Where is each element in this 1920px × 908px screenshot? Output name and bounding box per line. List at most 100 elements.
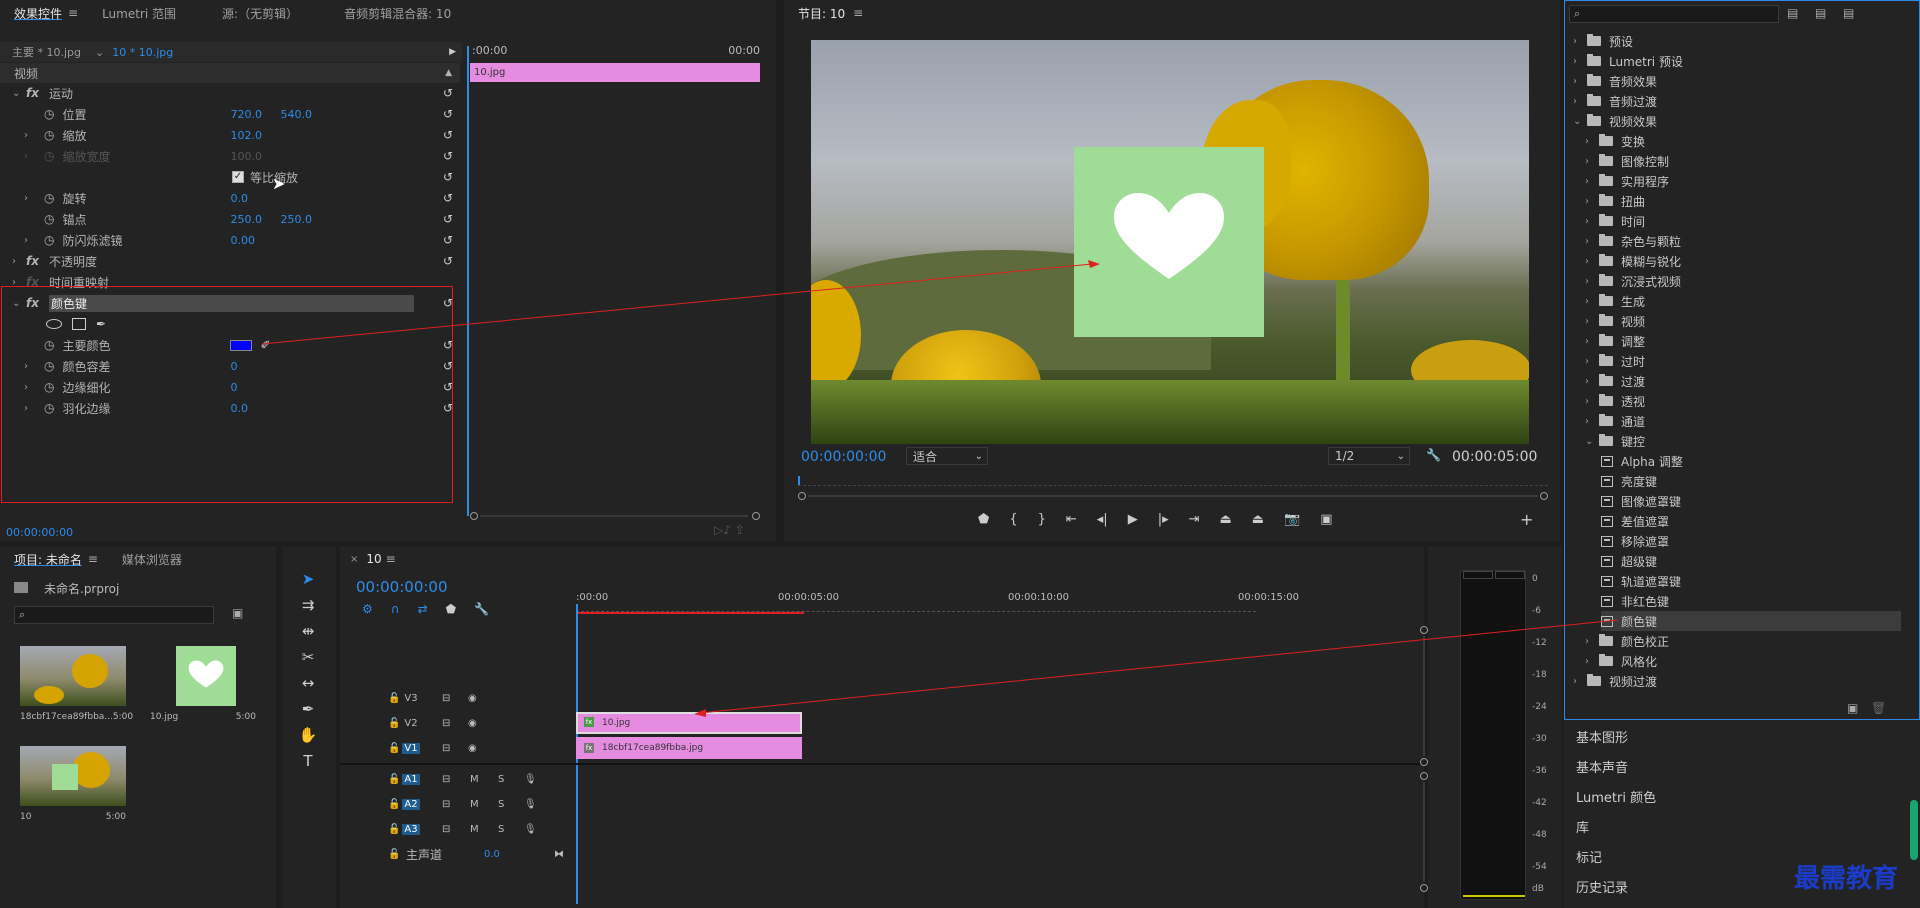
reset-icon[interactable]: ↺ bbox=[443, 128, 457, 142]
lock-icon[interactable]: 🔓 bbox=[388, 824, 400, 835]
clip-v1[interactable]: fx 18cbf17cea89fbba.jpg bbox=[576, 737, 802, 759]
chevron-right-icon[interactable]: › bbox=[24, 130, 38, 141]
effect-motion[interactable]: ⌄ fx 运动 ↺ bbox=[0, 83, 460, 103]
export-frame-icon[interactable]: 📷 bbox=[1284, 512, 1300, 527]
chevron-icon[interactable]: › bbox=[1585, 176, 1599, 187]
go-to-out-icon[interactable]: ⇥ bbox=[1189, 512, 1200, 527]
microphone-icon[interactable]: 🎙 bbox=[524, 774, 537, 785]
tree-item[interactable]: › 扭曲 bbox=[1585, 191, 1645, 211]
step-forward-icon[interactable]: |▸ bbox=[1158, 512, 1169, 527]
reset-icon[interactable]: ↺ bbox=[443, 212, 457, 226]
new-bin-icon[interactable]: ▣ bbox=[1847, 701, 1858, 715]
menu-icon[interactable]: ≡ bbox=[386, 552, 396, 566]
tab-project[interactable]: 项目: 未命名 bbox=[0, 551, 96, 568]
lock-icon[interactable]: 🔓 bbox=[388, 799, 400, 810]
reset-icon[interactable]: ↺ bbox=[443, 170, 457, 184]
fit-dropdown[interactable]: 适合 ⌄ bbox=[906, 447, 988, 465]
tab-media-browser[interactable]: 媒体浏览器 bbox=[108, 551, 196, 568]
chevron-icon[interactable]: ⌄ bbox=[1585, 436, 1599, 447]
lift-icon[interactable]: ⏏ bbox=[1220, 512, 1232, 527]
uniform-scale-checkbox[interactable]: ✓ bbox=[232, 171, 244, 183]
program-scrubber[interactable] bbox=[798, 476, 1548, 500]
chevron-right-icon[interactable]: › bbox=[12, 256, 26, 267]
chevron-icon[interactable]: › bbox=[1585, 256, 1599, 267]
tree-item[interactable]: › 生成 bbox=[1585, 291, 1645, 311]
tree-item[interactable]: › 模糊与锐化 bbox=[1585, 251, 1681, 271]
lock-icon[interactable]: 🔓 bbox=[388, 774, 400, 785]
toggle-sync-icon[interactable]: ⊟ bbox=[442, 774, 450, 785]
eye-icon[interactable]: ◉ bbox=[468, 743, 477, 754]
tree-item[interactable]: › 调整 bbox=[1585, 331, 1645, 351]
reset-icon[interactable]: ↺ bbox=[443, 107, 457, 121]
go-to-end-icon[interactable]: ⧓ bbox=[554, 849, 564, 860]
tree-item[interactable]: › 预设 bbox=[1573, 31, 1633, 51]
chevron-down-icon[interactable]: ⌄ bbox=[95, 46, 104, 59]
chevron-icon[interactable]: › bbox=[1585, 216, 1599, 227]
program-video-frame[interactable] bbox=[811, 40, 1529, 444]
tree-item[interactable]: 亮度键 bbox=[1601, 471, 1657, 491]
panel-essential-graphics[interactable]: 基本图形 bbox=[1572, 722, 1902, 750]
tab-lumetri-scopes[interactable]: Lumetri 范围 bbox=[88, 5, 190, 22]
panel-lumetri-color[interactable]: Lumetri 颜色 bbox=[1572, 782, 1902, 810]
tree-item[interactable]: › 风格化 bbox=[1585, 651, 1657, 671]
eye-icon[interactable]: ◉ bbox=[468, 718, 477, 729]
yuv-effects-icon[interactable]: ▤ bbox=[1843, 6, 1854, 20]
project-search-input[interactable]: ⌕ bbox=[14, 606, 214, 624]
selection-tool-icon[interactable]: ➤ bbox=[293, 566, 323, 592]
add-button-icon[interactable]: + bbox=[1520, 510, 1533, 529]
tree-item[interactable]: 颜色键 bbox=[1601, 611, 1901, 631]
nest-icon[interactable]: ⚙ bbox=[362, 602, 373, 616]
stopwatch-icon[interactable]: ◷ bbox=[44, 233, 54, 247]
effect-opacity[interactable]: › fx 不透明度 ↺ bbox=[0, 251, 460, 271]
chevron-icon[interactable]: › bbox=[1585, 236, 1599, 247]
chevron-icon[interactable]: › bbox=[1585, 316, 1599, 327]
lock-icon[interactable]: 🔓 bbox=[388, 693, 400, 704]
resolution-dropdown[interactable]: 1/2 ⌄ bbox=[1328, 447, 1410, 465]
32bit-effects-icon[interactable]: ▤ bbox=[1815, 6, 1826, 20]
tree-item[interactable]: 图像遮罩键 bbox=[1601, 491, 1681, 511]
stopwatch-icon[interactable]: ◷ bbox=[44, 128, 54, 142]
effects-search-input[interactable]: ⌕ bbox=[1569, 5, 1779, 23]
tree-item[interactable]: › 过渡 bbox=[1585, 371, 1645, 391]
microphone-icon[interactable]: 🎙 bbox=[524, 824, 537, 835]
reset-icon[interactable]: ↺ bbox=[443, 149, 457, 163]
project-item[interactable]: 18cbf17cea89fbba... 5:00 bbox=[20, 646, 133, 734]
chevron-icon[interactable]: › bbox=[1585, 656, 1599, 667]
tree-item[interactable]: › 变换 bbox=[1585, 131, 1645, 151]
lock-icon[interactable]: 🔓 bbox=[388, 849, 400, 860]
chevron-right-icon[interactable]: › bbox=[24, 193, 38, 204]
tab-effect-controls[interactable]: 效果控件 bbox=[0, 5, 76, 22]
timeline-timecode[interactable]: 00:00:00:00 bbox=[356, 578, 448, 596]
accelerated-effects-icon[interactable]: ▤ bbox=[1787, 6, 1798, 20]
collapse-icon[interactable]: ▲ bbox=[445, 68, 452, 78]
chevron-icon[interactable]: › bbox=[1585, 296, 1599, 307]
chevron-down-icon[interactable]: ⌄ bbox=[12, 88, 26, 99]
chevron-icon[interactable]: › bbox=[1585, 156, 1599, 167]
snap-icon[interactable]: ∩ bbox=[391, 602, 400, 616]
close-icon[interactable]: × bbox=[350, 554, 358, 565]
clip-v2[interactable]: fx 10.jpg bbox=[576, 712, 802, 734]
tree-item[interactable]: › 过时 bbox=[1585, 351, 1645, 371]
track-select-tool-icon[interactable]: ⇉ bbox=[293, 592, 323, 618]
chevron-icon[interactable]: › bbox=[1585, 636, 1599, 647]
panel-libraries[interactable]: 库 bbox=[1572, 812, 1902, 840]
chevron-icon[interactable]: › bbox=[1573, 96, 1587, 107]
chevron-icon[interactable]: › bbox=[1585, 356, 1599, 367]
play-icon[interactable]: ▶ bbox=[1128, 512, 1138, 527]
step-back-icon[interactable]: ◂| bbox=[1097, 512, 1108, 527]
add-marker-icon[interactable]: ⬟ bbox=[978, 512, 989, 527]
reset-icon[interactable]: ↺ bbox=[443, 191, 457, 205]
chevron-icon[interactable]: › bbox=[1573, 676, 1587, 687]
toggle-sync-icon[interactable]: ⊟ bbox=[442, 693, 450, 704]
reset-icon[interactable]: ↺ bbox=[443, 233, 457, 247]
chevron-icon[interactable]: › bbox=[1585, 136, 1599, 147]
tree-item[interactable]: › 图像控制 bbox=[1585, 151, 1669, 171]
tree-item[interactable]: Alpha 调整 bbox=[1601, 451, 1683, 471]
microphone-icon[interactable]: 🎙 bbox=[524, 799, 537, 810]
stopwatch-icon[interactable]: ◷ bbox=[44, 212, 54, 226]
project-item[interactable]: 10 5:00 bbox=[20, 746, 130, 834]
menu-icon[interactable]: ≡ bbox=[853, 6, 863, 20]
tree-item[interactable]: › 沉浸式视频 bbox=[1585, 271, 1681, 291]
stopwatch-icon[interactable]: ◷ bbox=[44, 191, 54, 205]
tree-item[interactable]: › 视频 bbox=[1585, 311, 1645, 331]
